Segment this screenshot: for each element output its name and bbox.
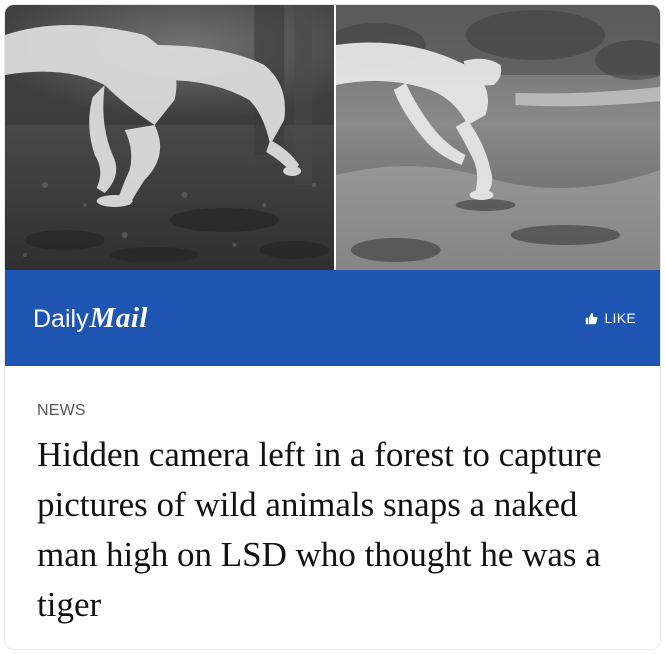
like-button[interactable]: LIKE xyxy=(585,310,636,326)
crawling-man-photo xyxy=(5,5,334,270)
article-preview[interactable]: NEWS Hidden camera left in a forest to c… xyxy=(5,366,660,649)
thumbs-up-icon xyxy=(585,312,598,325)
trail-cam-photo-right[interactable] xyxy=(336,5,660,270)
like-label: LIKE xyxy=(604,310,636,326)
article-headline[interactable]: Hidden camera left in a forest to captur… xyxy=(37,430,630,630)
daily-mail-logo[interactable]: Daily Mail xyxy=(33,301,148,334)
logo-daily-text: Daily xyxy=(33,304,89,333)
logo-mail-text: Mail xyxy=(89,301,148,334)
news-post-card[interactable]: Daily Mail LIKE NEWS Hidden camera left … xyxy=(4,4,661,650)
photo-strip xyxy=(5,5,660,270)
publisher-banner: Daily Mail LIKE xyxy=(5,270,660,366)
trail-cam-photo-left[interactable] xyxy=(5,5,334,270)
section-label: NEWS xyxy=(37,402,86,419)
crawling-man-photo xyxy=(336,5,660,270)
